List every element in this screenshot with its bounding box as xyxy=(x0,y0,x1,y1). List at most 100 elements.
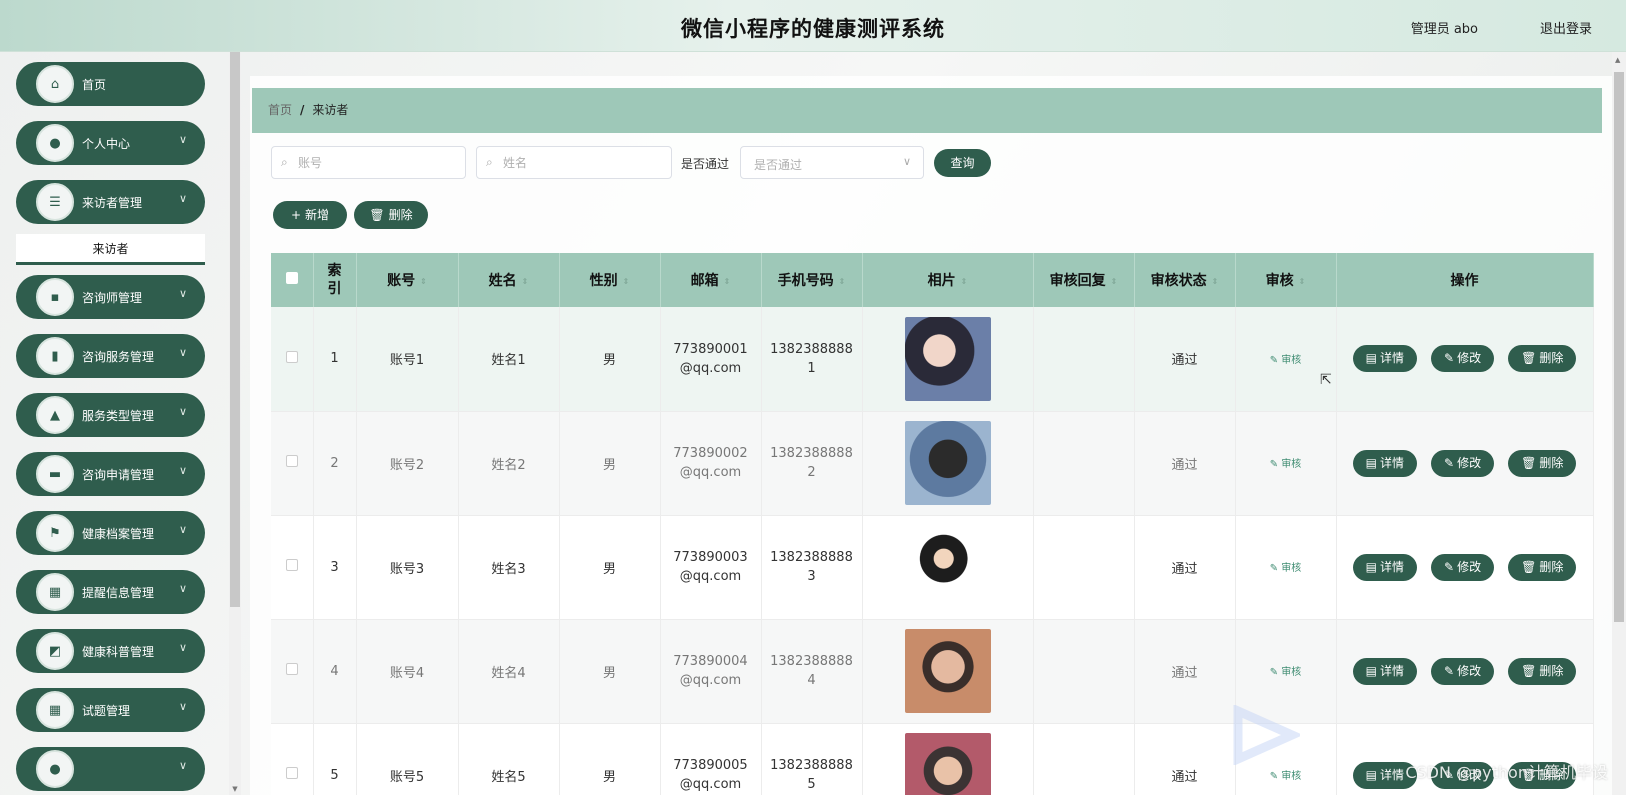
account-input[interactable] xyxy=(298,147,438,178)
scroll-up-icon[interactable]: ▲ xyxy=(1615,56,1620,64)
page-scroll-thumb[interactable] xyxy=(1614,72,1624,622)
pass-select[interactable]: 是否通过 ∨ xyxy=(740,146,924,179)
audit-link[interactable]: ✎ 审核 xyxy=(1270,771,1302,782)
sort-icon[interactable]: ⇕ xyxy=(1111,277,1118,286)
sidebar-scrollbar[interactable]: ▼ xyxy=(229,52,241,795)
table-row[interactable]: 3 账号3 姓名3 男 773890003@qq.com 13823888883 通过 ✎ 审… xyxy=(271,515,1594,620)
avatar[interactable] xyxy=(904,316,991,401)
table-row[interactable]: 2 账号2 姓名2 男 773890002@qq.com 13823888882 通过 ✎ 审… xyxy=(271,411,1594,516)
batch-delete-button[interactable]: 🗑 删除 xyxy=(354,201,428,229)
sidebar-item-10[interactable]: ▦ 试题管理 ∨ xyxy=(16,688,205,732)
cell-index: 3 xyxy=(313,515,357,620)
sidebar-item-4[interactable]: ▮ 咨询服务管理 ∨ xyxy=(16,334,205,378)
op-label: 详情 xyxy=(1380,455,1405,470)
col-email[interactable]: 邮箱 ⇕ xyxy=(660,253,762,307)
detail-button[interactable]: ▤ 详情 xyxy=(1352,449,1418,477)
audit-link[interactable]: ✎ 审核 xyxy=(1270,355,1302,366)
col-email-label: 邮箱 xyxy=(690,273,719,289)
sidebar-item-6[interactable]: ▬ 咨询申请管理 ∨ xyxy=(16,452,205,496)
briefcase-icon: ▬ xyxy=(36,455,74,493)
cell-photo xyxy=(862,619,1034,724)
search-icon: ⌕ xyxy=(281,155,288,169)
row-checkbox[interactable] xyxy=(285,455,298,467)
add-button[interactable]: + 新增 xyxy=(273,201,347,229)
name-search-field[interactable]: ⌕ xyxy=(476,146,672,179)
audit-link[interactable]: ✎ 审核 xyxy=(1270,459,1302,470)
delete-button[interactable]: 🗑 删除 xyxy=(1508,553,1577,581)
sort-icon[interactable]: ⇕ xyxy=(420,277,427,286)
edit-icon: ✎ xyxy=(1269,459,1282,470)
row-actions: ▤ 详情 ✎ 修改 🗑 删除 xyxy=(1337,345,1593,373)
op-label: 详情 xyxy=(1380,767,1405,782)
col-status[interactable]: 审核状态 ⇕ xyxy=(1134,253,1236,307)
sidebar-item-0[interactable]: ⌂ 首页 xyxy=(16,62,205,106)
sidebar-item-9[interactable]: ◩ 健康科普管理 ∨ xyxy=(16,629,205,673)
sidebar-scroll-thumb[interactable] xyxy=(230,52,240,607)
table-row[interactable]: 5 账号5 姓名5 男 773890005@qq.com 13823888885 通过 ✎ 审… xyxy=(271,723,1594,795)
sidebar-item-5[interactable]: ▲ 服务类型管理 ∨ xyxy=(16,393,205,437)
table-row[interactable]: 1 账号1 姓名1 男 773890001@qq.com 13823888881 通过 ✎ 审… xyxy=(271,307,1594,412)
query-button[interactable]: 查询 xyxy=(934,149,991,177)
col-reply[interactable]: 审核回复 ⇕ xyxy=(1033,253,1135,307)
col-account[interactable]: 账号 ⇕ xyxy=(356,253,459,307)
edit-button[interactable]: ✎ 修改 xyxy=(1431,657,1495,685)
row-checkbox[interactable] xyxy=(285,350,298,363)
trash-icon: 🗑 xyxy=(1521,559,1537,574)
edit-button[interactable]: ✎ 修改 xyxy=(1431,553,1495,581)
delete-button[interactable]: 🗑 删除 xyxy=(1508,657,1577,685)
table-row[interactable]: 4 账号4 姓名4 男 773890004@qq.com 13823888884 通过 ✎ 审… xyxy=(271,619,1594,724)
avatar[interactable] xyxy=(904,525,991,609)
submenu-item-visitor[interactable]: 来访者 xyxy=(16,234,205,265)
col-gender[interactable]: 性别 ⇕ xyxy=(559,253,661,307)
logout-link[interactable]: 退出登录 xyxy=(1540,18,1592,37)
row-checkbox[interactable] xyxy=(285,663,298,675)
col-name[interactable]: 姓名 ⇕ xyxy=(458,253,560,307)
sidebar-item-label: 健康档案管理 xyxy=(82,527,155,541)
sort-icon[interactable]: ⇕ xyxy=(623,277,630,286)
scroll-down-icon[interactable]: ▼ xyxy=(230,785,240,793)
name-input[interactable] xyxy=(503,147,643,178)
edit-icon: ✎ xyxy=(1444,663,1455,678)
sidebar-item-1[interactable]: ● 个人中心 ∨ xyxy=(16,121,205,165)
avatar[interactable] xyxy=(904,629,991,713)
row-checkbox[interactable] xyxy=(285,559,298,571)
avatar[interactable] xyxy=(904,733,991,795)
query-label: 查询 xyxy=(950,156,975,170)
col-photo[interactable]: 相片 ⇕ xyxy=(862,253,1034,307)
col-phone[interactable]: 手机号码 ⇕ xyxy=(761,253,863,307)
sidebar-item-8[interactable]: ▦ 提醒信息管理 ∨ xyxy=(16,570,205,614)
select-all-checkbox[interactable] xyxy=(285,272,298,284)
sort-icon[interactable]: ⇕ xyxy=(1299,277,1306,286)
edit-button[interactable]: ✎ 修改 xyxy=(1431,345,1495,373)
detail-button[interactable]: ▤ 详情 xyxy=(1352,657,1418,685)
sidebar-item-label: 咨询申请管理 xyxy=(82,468,155,482)
breadcrumb-current: 来访者 xyxy=(312,103,349,117)
chevron-down-icon: ∨ xyxy=(178,641,187,654)
sort-icon[interactable]: ⇕ xyxy=(724,277,731,286)
sort-icon[interactable]: ⇕ xyxy=(961,277,968,286)
sidebar-item-11[interactable]: ● ∨ xyxy=(16,747,205,791)
detail-button[interactable]: ▤ 详情 xyxy=(1352,553,1418,581)
sidebar-item-2[interactable]: ☰ 来访者管理 ∨ xyxy=(16,180,205,224)
audit-link[interactable]: ✎ 审核 xyxy=(1270,563,1302,574)
cell-phone: 13823888883 xyxy=(761,515,863,620)
op-label: 修改 xyxy=(1457,663,1482,678)
edit-button[interactable]: ✎ 修改 xyxy=(1431,449,1495,477)
delete-button[interactable]: 🗑 删除 xyxy=(1508,449,1577,477)
page-scrollbar[interactable]: ▲ xyxy=(1612,52,1626,795)
chevron-down-icon: ∨ xyxy=(178,346,187,359)
row-checkbox[interactable] xyxy=(285,767,298,779)
sort-icon[interactable]: ⇕ xyxy=(839,277,846,286)
phone-text: 13823888881 xyxy=(770,341,853,376)
sidebar-item-7[interactable]: ⚑ 健康档案管理 ∨ xyxy=(16,511,205,555)
sort-icon[interactable]: ⇕ xyxy=(1212,277,1219,286)
delete-button[interactable]: 🗑 删除 xyxy=(1508,345,1577,373)
audit-link[interactable]: ✎ 审核 xyxy=(1270,667,1302,678)
sort-icon[interactable]: ⇕ xyxy=(522,277,529,286)
col-audit[interactable]: 审核 ⇕ xyxy=(1235,253,1337,307)
detail-button[interactable]: ▤ 详情 xyxy=(1352,345,1418,373)
breadcrumb-home[interactable]: 首页 xyxy=(268,103,292,117)
account-search-field[interactable]: ⌕ xyxy=(271,146,466,179)
sidebar-item-3[interactable]: ▪ 咨询师管理 ∨ xyxy=(16,275,205,319)
avatar[interactable] xyxy=(904,421,991,505)
